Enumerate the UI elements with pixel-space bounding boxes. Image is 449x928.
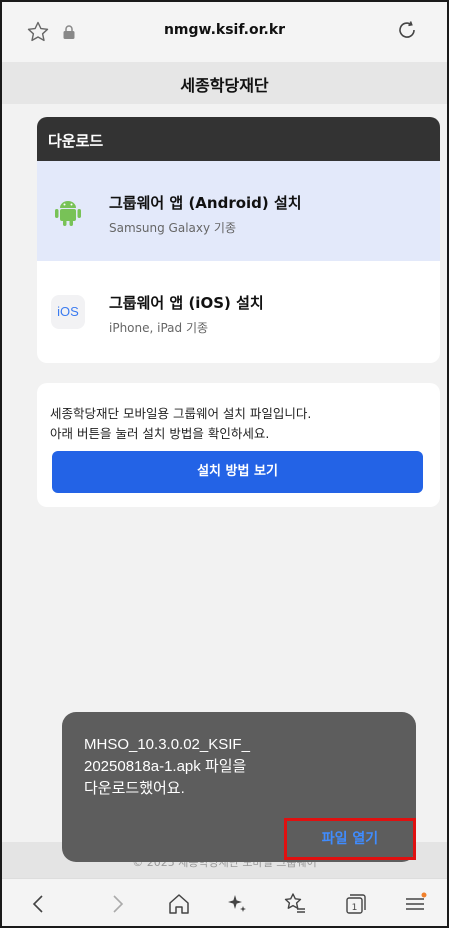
tabs-icon[interactable]: 1 [342,891,368,917]
toast-message: MHSO_10.3.0.02_KSIF_ 20250818a-1.apk 파일을… [84,734,250,800]
back-icon[interactable] [26,891,52,917]
install-info-card: 세종학당재단 모바일용 그룹웨어 설치 파일입니다. 아래 버튼을 눌러 설치 … [37,383,440,507]
download-card: 다운로드 그룹웨어 앱 (Android) 설치 Samsung Galaxy … [37,117,440,363]
phone-frame: nmgw.ksif.or.kr 세종학당재단 다운로드 그룹웨어 앱 (Andr… [0,0,449,928]
download-complete-toast: MHSO_10.3.0.02_KSIF_ 20250818a-1.apk 파일을… [62,712,416,862]
bookmarks-icon[interactable] [282,891,308,917]
page-title: 세종학당재단 [180,76,269,95]
url-text[interactable]: nmgw.ksif.or.kr [2,22,447,38]
browser-address-bar[interactable]: nmgw.ksif.or.kr [2,2,447,62]
android-install-label: 그룹웨어 앱 (Android) 설치 [109,194,302,212]
toast-line-1: MHSO_10.3.0.02_KSIF_ [84,736,250,753]
download-item-ios[interactable]: iOS 그룹웨어 앱 (iOS) 설치 iPhone, iPad 기종 [37,261,440,361]
download-item-android[interactable]: 그룹웨어 앱 (Android) 설치 Samsung Galaxy 기종 [37,161,440,261]
info-text-line-2: 아래 버튼을 눌러 설치 방법을 확인하세요. [50,426,270,441]
browser-bottom-nav: 1 [2,878,447,926]
ios-icon: iOS [51,295,85,329]
ios-install-label: 그룹웨어 앱 (iOS) 설치 [109,294,264,312]
page-header: 세종학당재단 [2,62,447,104]
menu-icon[interactable] [402,891,428,917]
ios-device-note: iPhone, iPad 기종 [109,321,209,335]
forward-icon[interactable] [104,891,130,917]
home-icon[interactable] [166,891,192,917]
download-heading: 다운로드 [37,117,440,161]
sparkle-icon[interactable] [224,891,250,917]
open-file-button[interactable]: 파일 열기 [284,818,416,860]
svg-text:1: 1 [352,903,358,913]
reload-icon[interactable] [395,18,419,42]
android-icon [55,201,81,226]
toast-line-2: 20250818a-1.apk 파일을 [84,758,247,775]
toast-line-3: 다운로드했어요. [84,780,185,797]
info-text-line-1: 세종학당재단 모바일용 그룹웨어 설치 파일입니다. [50,406,312,421]
install-guide-button[interactable]: 설치 방법 보기 [52,451,423,493]
android-device-note: Samsung Galaxy 기종 [109,221,236,235]
